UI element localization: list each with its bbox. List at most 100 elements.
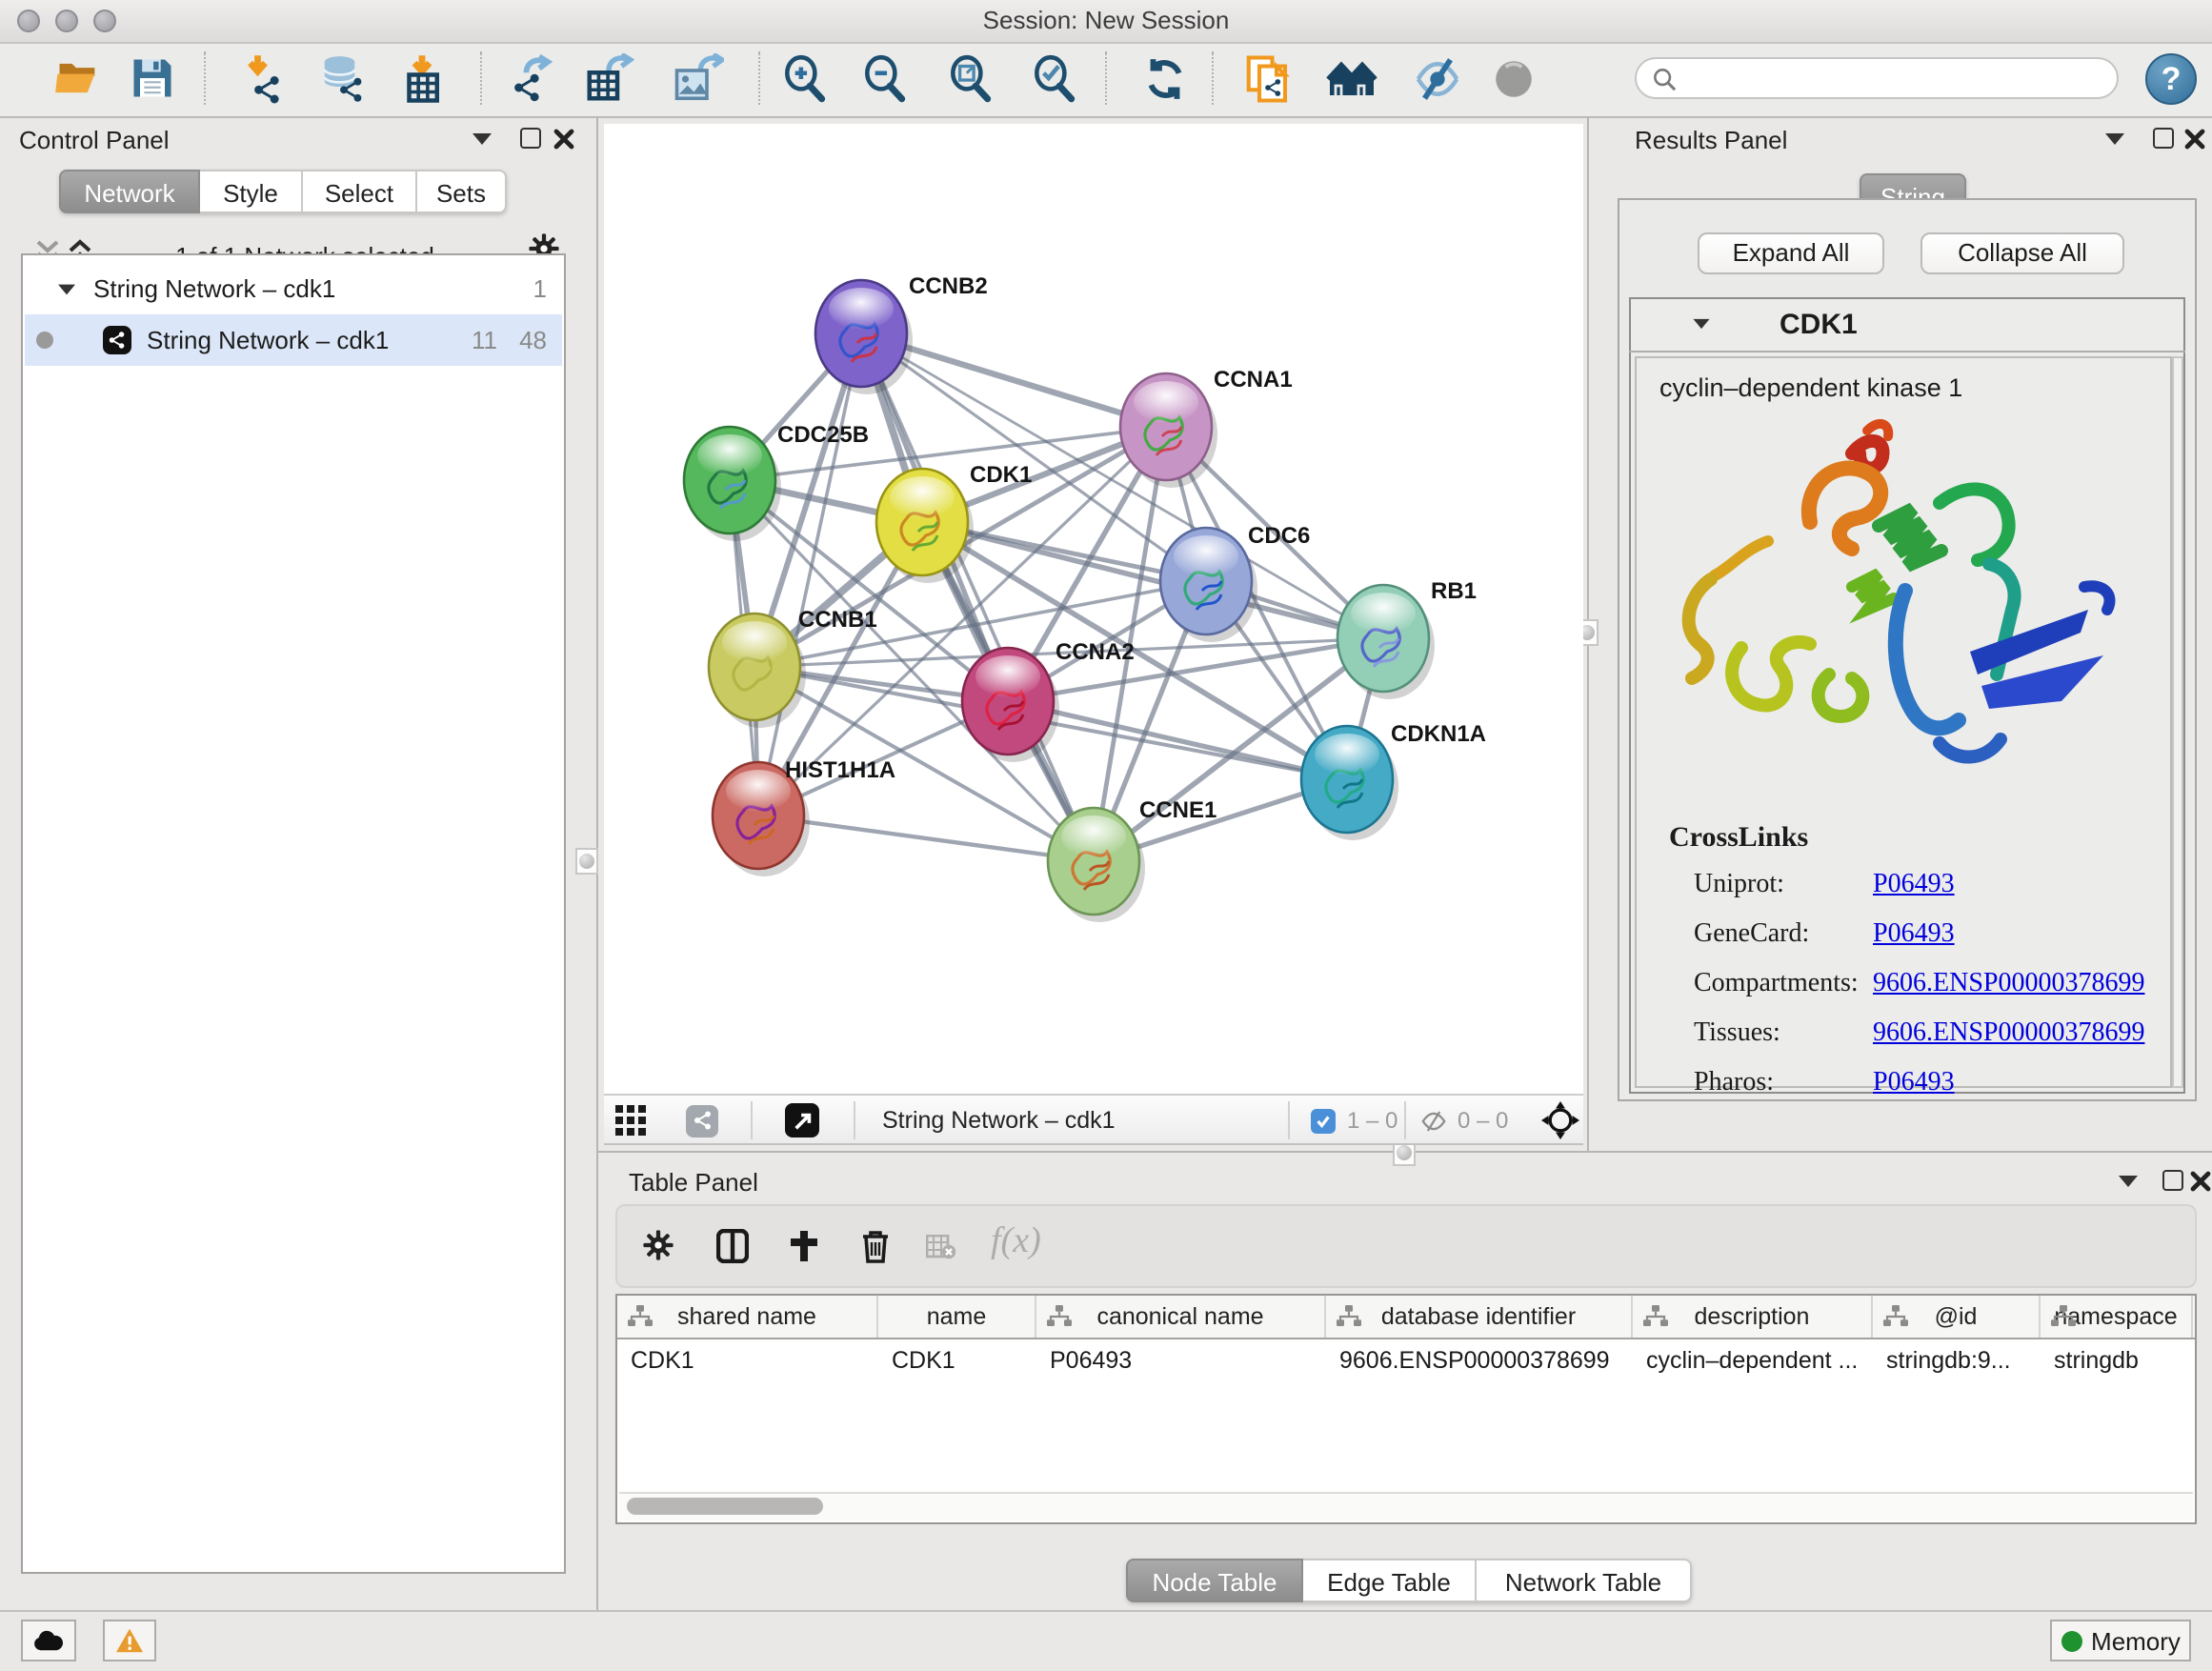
network-node-RB1[interactable] (1337, 585, 1435, 699)
results-panel-close-icon[interactable] (2183, 128, 2206, 151)
column-header-description[interactable]: description (1633, 1296, 1873, 1338)
column-label: @id (1935, 1303, 1978, 1330)
detach-view-button[interactable] (785, 1101, 819, 1139)
export-image-icon (672, 52, 723, 104)
results-scrollbar[interactable] (2172, 356, 2183, 1088)
collapse-all-button[interactable]: Collapse All (1920, 232, 2124, 274)
create-column-button[interactable] (789, 1229, 819, 1263)
table-panel-float-icon[interactable] (2162, 1170, 2183, 1191)
column-header-namespace[interactable]: namespace (2041, 1296, 2193, 1338)
node-label-CDK1: CDK1 (970, 462, 1032, 488)
table-cell[interactable]: 9606.ENSP00000378699 (1326, 1339, 1633, 1381)
open-folder-icon (53, 53, 103, 103)
import-network-database-button[interactable] (316, 50, 370, 107)
crosslink-link[interactable]: 9606.ENSP00000378699 (1873, 970, 2144, 1000)
network-node-CCNB2[interactable] (815, 280, 913, 394)
cloud-status-button[interactable] (21, 1620, 76, 1661)
expand-all-button[interactable]: Expand All (1698, 232, 1884, 274)
save-session-button[interactable] (126, 50, 179, 107)
network-row-selected[interactable]: String Network – cdk1 11 48 (25, 314, 562, 366)
crosslink-link[interactable]: P06493 (1873, 871, 1955, 901)
control-panel-close-icon[interactable] (553, 128, 575, 151)
first-neighbors-button[interactable] (1326, 50, 1379, 107)
clone-network-icon (1241, 52, 1293, 104)
network-node-CDC6[interactable] (1160, 528, 1257, 642)
tab-select[interactable]: Select (303, 170, 417, 213)
network-node-CDKN1A[interactable] (1301, 726, 1398, 840)
search-input[interactable] (1686, 63, 2101, 93)
zoom-in-button[interactable] (777, 50, 831, 107)
selected-checkbox-icon[interactable] (1311, 1108, 1336, 1133)
crosslink-link[interactable]: P06493 (1873, 920, 1955, 951)
splitter-handle[interactable] (575, 848, 598, 875)
gene-card-header[interactable]: CDK1 (1629, 297, 2185, 352)
zoom-out-button[interactable] (857, 50, 911, 107)
table-cell[interactable]: cyclin–dependent ... (1633, 1339, 1873, 1381)
toolbar-separator (1212, 51, 1214, 105)
warnings-button[interactable] (103, 1620, 156, 1661)
network-canvas[interactable]: CCNB2CCNA1CDC25BCDK1CDC6RB1CCNB1CCNA2CDK… (604, 124, 1583, 1094)
control-panel-float-icon[interactable] (520, 128, 541, 149)
open-session-button[interactable] (51, 50, 105, 107)
search-field[interactable] (1635, 57, 2119, 99)
table-cell[interactable]: CDK1 (878, 1339, 1036, 1381)
table-hscrollbar[interactable] (619, 1492, 2193, 1520)
eye-button[interactable] (1486, 50, 1539, 107)
tab-sets[interactable]: Sets (417, 170, 507, 213)
table-panel-close-icon[interactable] (2189, 1170, 2212, 1193)
export-image-button[interactable] (671, 50, 724, 107)
crosslink-link[interactable]: 9606.ENSP00000378699 (1873, 1019, 2144, 1050)
network-node-CDC25B[interactable] (684, 427, 781, 541)
update-view-button[interactable] (1137, 50, 1191, 107)
tab-edge-table[interactable]: Edge Table (1303, 1559, 1477, 1602)
control-panel-menu-icon[interactable] (473, 133, 492, 145)
import-table-file-button[interactable] (394, 50, 448, 107)
network-view-mode-button[interactable] (686, 1101, 718, 1139)
table-cell[interactable]: stringdb (2041, 1339, 2193, 1381)
column-header-canonical-name[interactable]: canonical name (1036, 1296, 1326, 1338)
delete-column-button[interactable] (861, 1229, 890, 1263)
help-button[interactable]: ? (2145, 53, 2197, 105)
tab-network[interactable]: Network (59, 170, 200, 213)
table-tabs: Node Table Edge Table Network Table (1126, 1559, 1692, 1602)
network-node-CCNA2[interactable] (962, 648, 1059, 762)
column-header-shared-name[interactable]: shared name (617, 1296, 878, 1338)
delete-table-button-disabled[interactable] (926, 1235, 956, 1259)
network-node-CDK1[interactable] (876, 469, 974, 583)
export-table-button[interactable] (581, 50, 634, 107)
birds-eye-view-button[interactable] (1541, 1101, 1579, 1139)
column-header-name[interactable]: name (878, 1296, 1036, 1338)
gene-disclosure-icon[interactable] (1694, 319, 1710, 329)
memory-button[interactable]: Memory (2050, 1620, 2191, 1661)
results-panel-float-icon[interactable] (2153, 128, 2174, 149)
crosslink-label: Uniprot: (1694, 871, 1873, 901)
tab-node-table[interactable]: Node Table (1126, 1559, 1303, 1602)
zoom-fit-button[interactable] (943, 50, 996, 107)
tab-style[interactable]: Style (200, 170, 303, 213)
table-cell[interactable]: P06493 (1036, 1339, 1326, 1381)
table-panel-menu-icon[interactable] (2119, 1176, 2138, 1187)
hscrollbar-thumb[interactable] (627, 1498, 823, 1515)
column-header-database-identifier[interactable]: database identifier (1326, 1296, 1633, 1338)
table-options-button[interactable] (642, 1229, 674, 1261)
network-node-CCNA1[interactable] (1120, 373, 1217, 488)
crosslink-link[interactable]: P06493 (1873, 1069, 1955, 1099)
show-columns-button[interactable] (716, 1229, 749, 1263)
collection-disclosure-icon[interactable] (58, 284, 75, 294)
zoom-selected-button[interactable] (1027, 50, 1080, 107)
grid-view-button[interactable] (615, 1101, 646, 1139)
network-node-CCNE1[interactable] (1048, 808, 1145, 922)
import-network-file-button[interactable] (234, 50, 288, 107)
results-panel-menu-icon[interactable] (2105, 133, 2124, 145)
tab-network-table[interactable]: Network Table (1477, 1559, 1692, 1602)
table-cell[interactable]: stringdb:9... (1873, 1339, 2041, 1381)
network-collection-row[interactable]: String Network – cdk1 1 (25, 263, 562, 314)
table-row[interactable]: CDK1CDK1P064939606.ENSP00000378699cyclin… (617, 1339, 2195, 1381)
export-network-button[interactable] (503, 50, 556, 107)
table-cell[interactable]: CDK1 (617, 1339, 878, 1381)
clone-network-button[interactable] (1240, 50, 1294, 107)
status-bar: Memory (0, 1610, 2212, 1671)
show-hide-graphics-button[interactable] (1410, 50, 1463, 107)
function-builder-button[interactable]: f(x) (991, 1221, 1041, 1263)
column-header--id[interactable]: @id (1873, 1296, 2041, 1338)
